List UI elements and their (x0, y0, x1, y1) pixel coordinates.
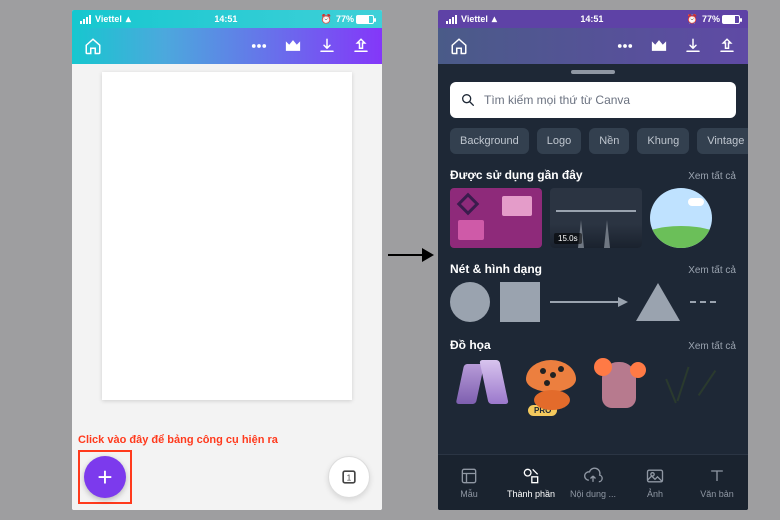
battery-icon (722, 15, 740, 24)
recent-see-all[interactable]: Xem tất cả (688, 171, 736, 182)
alarm-icon: ⏰ (321, 14, 332, 25)
graphics-strip: PRO (438, 358, 748, 424)
carrier-label: Viettel (461, 14, 488, 24)
app-bar (438, 28, 748, 64)
graphic-item[interactable] (660, 358, 714, 414)
signal-icon (446, 15, 457, 24)
shapes-see-all[interactable]: Xem tất cả (688, 265, 736, 276)
text-icon (707, 466, 727, 486)
bottom-nav: Mẫu Thành phần Nội dung ... Ảnh Văn bản (438, 454, 748, 510)
nav-label: Thành phần (507, 489, 555, 499)
app-bar (72, 28, 382, 64)
carrier-label: Viettel (95, 14, 122, 24)
search-input[interactable]: Tìm kiếm mọi thứ từ Canva (450, 82, 736, 118)
status-bar: Viettel 14:51 ⏰ 77% (72, 10, 382, 28)
nav-label: Ảnh (647, 489, 663, 499)
shape-dashed-line[interactable] (690, 301, 716, 303)
shape-triangle[interactable] (636, 283, 680, 321)
home-icon[interactable] (84, 37, 102, 55)
elements-panel: Tìm kiếm mọi thứ từ Canva Background Log… (438, 64, 748, 510)
section-recent-title: Được sử dụng gần đây (450, 168, 583, 182)
nav-photos[interactable]: Ảnh (624, 455, 686, 510)
add-button[interactable]: + (84, 456, 126, 498)
graphics-see-all[interactable]: Xem tất cả (688, 341, 736, 352)
crown-icon[interactable] (650, 37, 668, 55)
download-icon[interactable] (318, 37, 336, 55)
templates-icon (459, 466, 479, 486)
phone-panel: Viettel 14:51 ⏰ 77% Tìm kiếm mọi thứ từ … (438, 10, 748, 510)
search-placeholder: Tìm kiếm mọi thứ từ Canva (484, 93, 630, 107)
shape-circle[interactable] (450, 282, 490, 322)
page-count-button[interactable]: 1 (328, 456, 370, 498)
pro-badge: PRO (528, 405, 557, 416)
drag-handle[interactable] (571, 70, 615, 74)
shape-square[interactable] (500, 282, 540, 322)
section-graphics-head: Đồ họa Xem tất cả (438, 334, 748, 358)
tab-logo[interactable]: Logo (537, 128, 581, 154)
nav-label: Văn bản (700, 489, 734, 499)
recent-item[interactable] (650, 188, 712, 248)
graphic-item[interactable] (590, 358, 652, 414)
section-graphics-title: Đồ họa (450, 338, 491, 352)
tab-khung[interactable]: Khung (637, 128, 689, 154)
elements-icon (521, 466, 541, 486)
wifi-icon (492, 14, 497, 25)
tab-vintage[interactable]: Vintage (697, 128, 748, 154)
clock: 14:51 (214, 14, 237, 24)
tab-background[interactable]: Background (450, 128, 529, 154)
video-duration: 15.0s (554, 233, 582, 244)
section-shapes-title: Nét & hình dạng (450, 262, 542, 276)
plus-icon: + (97, 462, 112, 493)
battery-pct: 77% (702, 14, 720, 24)
download-icon[interactable] (684, 37, 702, 55)
flow-arrow-icon (388, 254, 432, 256)
more-icon[interactable] (616, 37, 634, 55)
nav-label: Mẫu (460, 489, 478, 499)
canvas-area: Click vào đây để bảng công cụ hiện ra + … (72, 64, 382, 510)
cloud-upload-icon (583, 466, 603, 486)
recent-item-video[interactable]: 15.0s (550, 188, 642, 248)
battery-pct: 77% (336, 14, 354, 24)
crown-icon[interactable] (284, 37, 302, 55)
shape-arrow-line[interactable] (550, 301, 626, 303)
wifi-icon (126, 14, 131, 25)
section-recent-head: Được sử dụng gần đây Xem tất cả (438, 164, 748, 188)
phone-editor: Viettel 14:51 ⏰ 77% Click vào đây để bản… (72, 10, 382, 510)
annotation-text: Click vào đây để bảng công cụ hiện ra (78, 434, 278, 446)
recent-strip: 15.0s (438, 188, 748, 258)
recent-item[interactable] (450, 188, 542, 248)
photo-icon (645, 466, 665, 486)
search-icon (460, 92, 476, 108)
signal-icon (80, 15, 91, 24)
share-icon[interactable] (718, 37, 736, 55)
nav-text[interactable]: Văn bản (686, 455, 748, 510)
svg-text:1: 1 (347, 472, 352, 482)
graphic-item[interactable] (450, 358, 512, 414)
graphic-item-pro[interactable]: PRO (520, 358, 582, 414)
status-bar: Viettel 14:51 ⏰ 77% (438, 10, 748, 28)
tab-nen[interactable]: Nền (589, 128, 629, 154)
nav-label: Nội dung ... (570, 489, 616, 499)
section-shapes-head: Nét & hình dạng Xem tất cả (438, 258, 748, 282)
nav-elements[interactable]: Thành phần (500, 455, 562, 510)
design-canvas[interactable] (102, 72, 352, 400)
category-tabs: Background Logo Nền Khung Vintage (438, 128, 748, 164)
nav-uploads[interactable]: Nội dung ... (562, 455, 624, 510)
alarm-icon: ⏰ (687, 14, 698, 25)
battery-icon (356, 15, 374, 24)
home-icon[interactable] (450, 37, 468, 55)
share-icon[interactable] (352, 37, 370, 55)
clock: 14:51 (580, 14, 603, 24)
shapes-strip (438, 282, 748, 334)
more-icon[interactable] (250, 37, 268, 55)
nav-templates[interactable]: Mẫu (438, 455, 500, 510)
